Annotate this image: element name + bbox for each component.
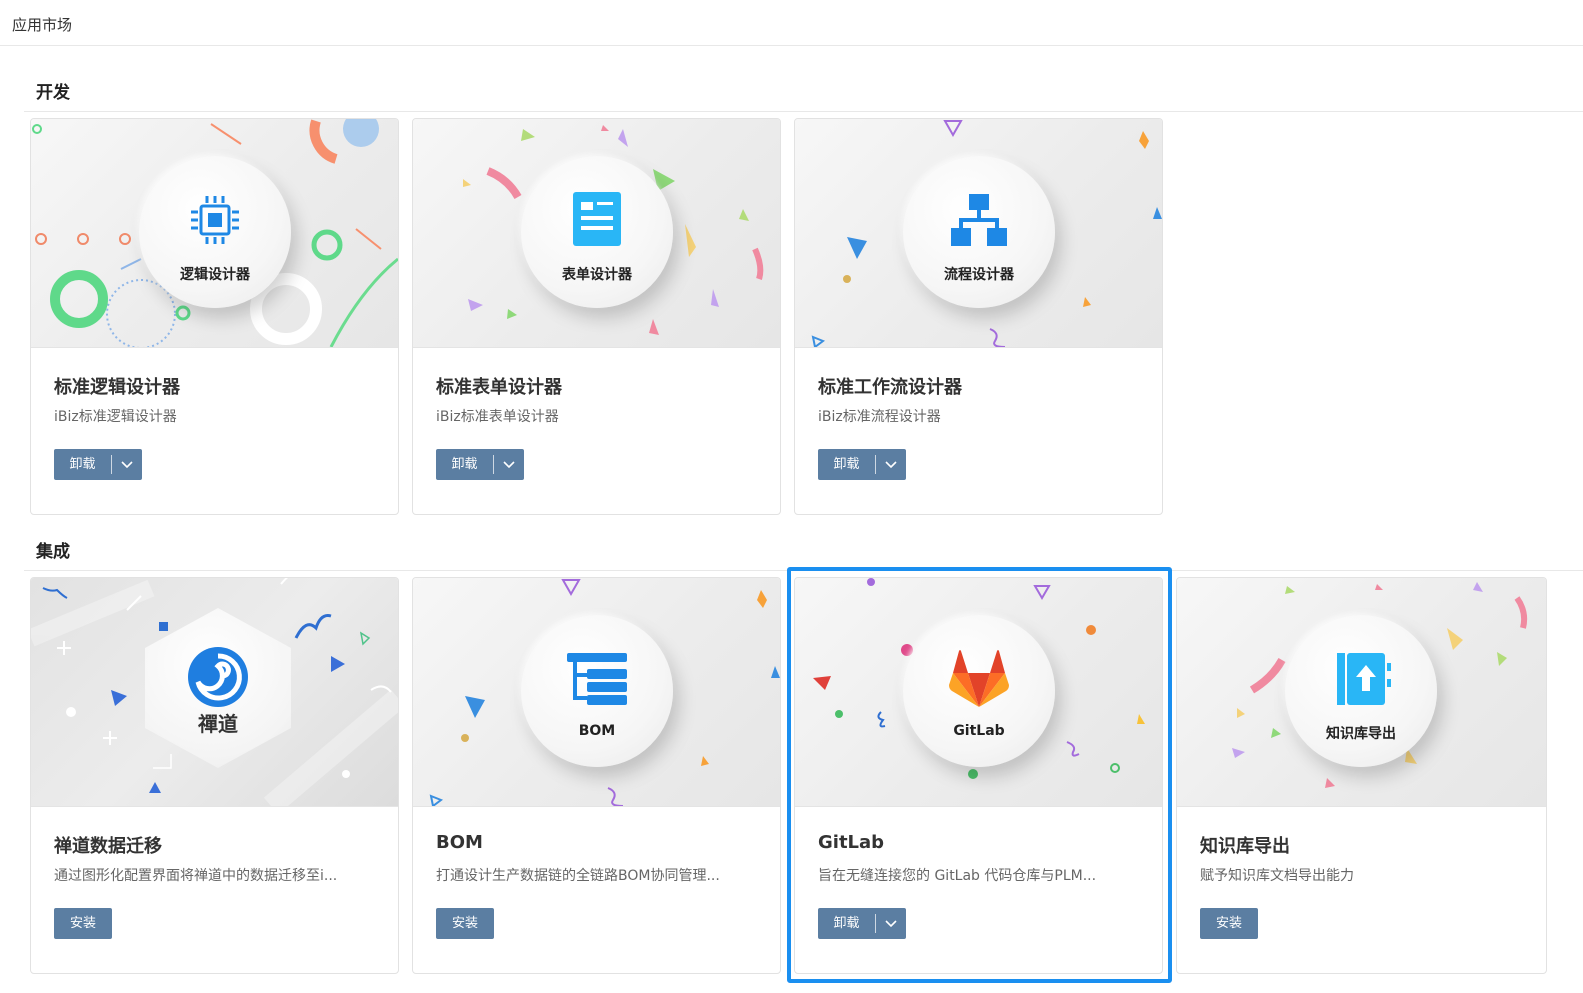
- app-card-gitlab[interactable]: GitLab GitLab 旨在无缝连接您的 GitLab 代码仓库与PLM..…: [794, 577, 1163, 974]
- app-medal: GitLab: [903, 615, 1055, 767]
- medal-label: 表单设计器: [562, 267, 632, 283]
- medal-label: 禪道: [198, 712, 238, 736]
- medal-label: GitLab: [953, 723, 1005, 739]
- chevron-down-icon: [885, 919, 897, 927]
- form-document-icon: [573, 192, 621, 246]
- section-divider: [24, 570, 1583, 571]
- dropdown-toggle[interactable]: [112, 449, 142, 480]
- chevron-down-icon: [885, 460, 897, 468]
- app-description: 旨在无缝连接您的 GitLab 代码仓库与PLM...: [818, 868, 1097, 884]
- app-card-bom[interactable]: BOM BOM 打通设计生产数据链的全链路BOM协同管理... 安装: [412, 577, 781, 974]
- app-medal: BOM: [521, 615, 673, 767]
- medal-label: 知识库导出: [1326, 726, 1396, 742]
- app-card-form-designer[interactable]: 表单设计器 标准表单设计器 iBiz标准表单设计器 卸载: [412, 118, 781, 515]
- app-description: 赋予知识库文档导出能力: [1200, 868, 1354, 884]
- app-card-workflow-designer[interactable]: 流程设计器 标准工作流设计器 iBiz标准流程设计器 卸载: [794, 118, 1163, 515]
- section-title-dev: 开发: [36, 83, 70, 103]
- app-name: 标准表单设计器: [436, 377, 562, 398]
- app-name: 标准逻辑设计器: [54, 377, 180, 398]
- bom-tree-icon: [567, 653, 627, 705]
- install-button[interactable]: 安装: [436, 908, 494, 939]
- app-card-knowledge-export[interactable]: 知识库导出 知识库导出 赋予知识库文档导出能力 安装: [1176, 577, 1547, 974]
- chevron-down-icon: [503, 460, 515, 468]
- top-bar: 应用市场: [0, 0, 1583, 46]
- zentao-logo-icon: [188, 647, 248, 707]
- section-divider: [24, 111, 1583, 112]
- dropdown-toggle[interactable]: [494, 449, 524, 480]
- app-description: 通过图形化配置界面将禅道中的数据迁移至i...: [54, 868, 338, 884]
- uninstall-button[interactable]: 卸载: [818, 449, 875, 480]
- uninstall-button-group: 卸载: [818, 908, 906, 939]
- org-chart-icon: [951, 194, 1007, 246]
- app-card-zentao-migration[interactable]: 禪道 禅道数据迁移 通过图形化配置界面将禅道中的数据迁移至i... 安装: [30, 577, 399, 974]
- app-description: iBiz标准表单设计器: [436, 409, 559, 425]
- dropdown-toggle[interactable]: [876, 908, 906, 939]
- uninstall-button-group: 卸载: [54, 449, 142, 480]
- uninstall-button[interactable]: 卸载: [54, 449, 111, 480]
- app-description: iBiz标准流程设计器: [818, 409, 941, 425]
- medal-label: 逻辑设计器: [180, 267, 250, 283]
- medal-label: 流程设计器: [944, 267, 1014, 283]
- app-description: 打通设计生产数据链的全链路BOM协同管理...: [436, 868, 720, 884]
- chevron-down-icon: [121, 460, 133, 468]
- app-medal: 逻辑设计器: [139, 156, 291, 308]
- uninstall-button[interactable]: 卸载: [818, 908, 875, 939]
- dropdown-toggle[interactable]: [876, 449, 906, 480]
- app-name: 禅道数据迁移: [54, 836, 162, 857]
- section-title-integration: 集成: [36, 542, 70, 562]
- card-cover: 禪道: [31, 578, 398, 807]
- app-medal: 流程设计器: [903, 156, 1055, 308]
- card-cover: 表单设计器: [413, 119, 780, 348]
- uninstall-button-group: 卸载: [436, 449, 524, 480]
- page-title: 应用市场: [12, 16, 73, 34]
- install-button[interactable]: 安装: [1200, 908, 1258, 939]
- knowledge-export-icon: [1337, 653, 1391, 705]
- app-name: BOM: [436, 832, 483, 853]
- app-medal: 知识库导出: [1285, 615, 1437, 767]
- install-button[interactable]: 安装: [54, 908, 112, 939]
- app-name: 知识库导出: [1200, 836, 1290, 857]
- app-description: iBiz标准逻辑设计器: [54, 409, 177, 425]
- app-card-logic-designer[interactable]: 逻辑设计器 标准逻辑设计器 iBiz标准逻辑设计器 卸载: [30, 118, 399, 515]
- gitlab-fox-icon: [949, 650, 1009, 707]
- app-name: 标准工作流设计器: [818, 377, 962, 398]
- card-cover: 逻辑设计器: [31, 119, 398, 348]
- app-name: GitLab: [818, 832, 885, 853]
- app-medal: 表单设计器: [521, 156, 673, 308]
- card-cover: 流程设计器: [795, 119, 1162, 348]
- card-cover: GitLab: [795, 578, 1162, 807]
- uninstall-button-group: 卸载: [818, 449, 906, 480]
- card-cover: BOM: [413, 578, 780, 807]
- cpu-chip-icon: [191, 196, 239, 244]
- card-cover: 知识库导出: [1177, 578, 1546, 807]
- uninstall-button[interactable]: 卸载: [436, 449, 493, 480]
- medal-label: BOM: [578, 723, 616, 739]
